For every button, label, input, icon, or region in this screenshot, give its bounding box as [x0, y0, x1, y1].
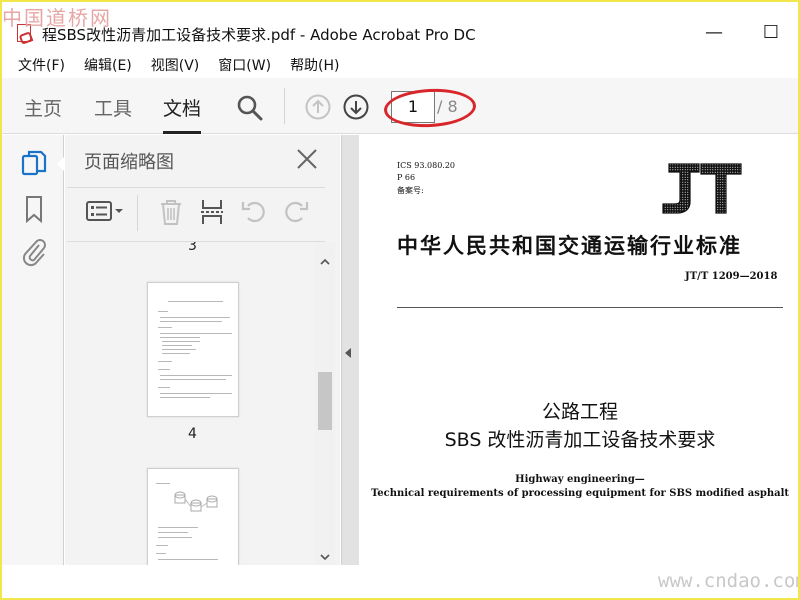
rotate-cw-icon[interactable]	[282, 198, 310, 230]
menu-help[interactable]: 帮助(H)	[290, 51, 339, 77]
scroll-down-icon[interactable]	[320, 547, 330, 561]
doc-heading: 中华人民共和国交通运输行业标准	[397, 234, 742, 258]
jt-logo	[659, 161, 745, 215]
minimize-button[interactable]: —	[702, 22, 726, 44]
doc-title-line1: 公路工程	[541, 401, 618, 423]
watermark-bottom: www.cndao.com	[658, 570, 800, 592]
panel-tools-separator	[137, 195, 138, 231]
watermark-top: 中国道桥网	[2, 6, 112, 30]
panel-title: 页面缩略图	[84, 152, 174, 173]
search-icon[interactable]	[236, 94, 264, 126]
document-area: ICS 93.080.20 P 66 备案号: 中华人民共和国交通运输行业标准 …	[341, 135, 798, 565]
toolbar-separator	[284, 88, 285, 124]
page-number-label: 3	[188, 242, 197, 254]
collapse-panel-icon[interactable]	[345, 348, 351, 358]
title-bar: 程SBS改性沥青加工设备技术要求.pdf - Adobe Acrobat Pro…	[2, 16, 798, 50]
doc-ics: ICS 93.080.20	[397, 161, 456, 170]
menu-window[interactable]: 窗口(W)	[218, 51, 271, 77]
scrollbar-thumb[interactable]	[318, 372, 332, 430]
doc-title-line2: SBS 改性沥青加工设备技术要求	[444, 429, 716, 451]
page-up-icon[interactable]	[305, 94, 331, 124]
page-thumbnail-5[interactable]	[147, 468, 239, 565]
menu-edit[interactable]: 编辑(E)	[84, 51, 132, 77]
thumbnail-panel: 页面缩略图 3 4	[65, 135, 340, 565]
page-thumbnails-icon[interactable]	[20, 149, 48, 183]
thumbnail-scrollbar[interactable]	[315, 242, 335, 565]
toolbar: 主页 工具 文档 1 / 8	[2, 78, 798, 134]
screenshot-frame: 中国道桥网 程SBS改性沥青加工设备技术要求.pdf - Adobe Acrob…	[0, 0, 800, 600]
bookmark-icon[interactable]	[24, 195, 44, 227]
tab-tools[interactable]: 工具	[94, 94, 132, 121]
doc-english-title-line2: Technical requirements of processing equ…	[370, 488, 790, 499]
tab-home[interactable]: 主页	[24, 94, 62, 121]
doc-rule	[397, 307, 783, 308]
rotate-ccw-icon[interactable]	[240, 198, 268, 230]
doc-record-number: 备案号:	[397, 186, 424, 195]
scroll-up-icon[interactable]	[320, 252, 330, 265]
thumbnail-list[interactable]: 3 4	[67, 242, 317, 565]
delete-icon[interactable]	[158, 198, 184, 230]
options-menu-icon[interactable]	[85, 198, 125, 228]
insert-page-icon[interactable]	[199, 198, 225, 230]
doc-standard-code: JT/T 1209—2018	[685, 271, 778, 282]
menu-view[interactable]: 视图(V)	[151, 51, 200, 77]
menu-bar: 文件(F) 编辑(E) 视图(V) 窗口(W) 帮助(H)	[2, 51, 798, 77]
rail-active-pointer	[57, 157, 64, 171]
panel-divider	[67, 187, 325, 188]
maximize-button[interactable]: ☐	[759, 22, 783, 44]
menu-file[interactable]: 文件(F)	[18, 51, 65, 77]
attachment-icon[interactable]	[20, 237, 48, 271]
doc-p-code: P 66	[397, 173, 416, 182]
navigation-rail	[2, 135, 64, 565]
page-number-label: 4	[188, 426, 197, 442]
tab-document[interactable]: 文档	[163, 94, 202, 134]
document-page[interactable]: ICS 93.080.20 P 66 备案号: 中华人民共和国交通运输行业标准 …	[359, 135, 798, 565]
page-down-icon[interactable]	[343, 94, 369, 124]
doc-english-title-line1: Highway engineering—	[515, 474, 645, 485]
close-icon[interactable]	[295, 147, 319, 171]
page-thumbnail-4[interactable]	[147, 282, 239, 417]
